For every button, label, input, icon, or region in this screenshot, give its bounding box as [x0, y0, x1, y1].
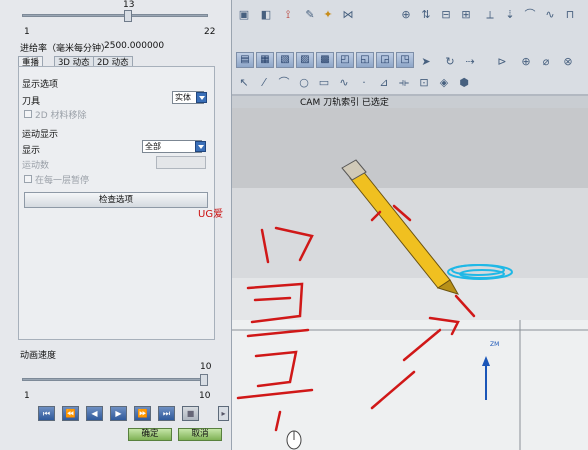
wcs-icon[interactable]: ⟟ [280, 7, 296, 22]
view-icon[interactable]: ◧ [258, 7, 274, 22]
rotate-icon[interactable]: ↻ [442, 54, 458, 69]
shade-icon[interactable]: ◈ [436, 75, 452, 90]
motion-display-heading: 运动显示 [22, 130, 59, 140]
shop-doc-icon[interactable]: ◰ [336, 52, 354, 68]
animation-speed-min: 1 [24, 391, 30, 401]
pause-each-layer-label: 在每一层暂停 [35, 176, 90, 186]
line-icon[interactable]: ⁄ [256, 75, 272, 90]
animation-speed-label: 动画速度 [20, 351, 57, 361]
measure-icon[interactable]: ⟛ [396, 75, 412, 90]
top-slider-max: 22 [204, 27, 216, 37]
layer-icon[interactable]: ✎ [302, 7, 318, 22]
step-forward-icon[interactable]: ⏩ [134, 406, 151, 421]
top-toolbar: ▣ ◧ ⟟ ✎ ✦ ⋈ ⊕ ⇅ ⊟ ⊞ ⟂ ⇣ ⌒ ∿ ⊓ [232, 0, 588, 30]
mill-contour-icon[interactable]: ∿ [542, 7, 558, 22]
animation-speed-current: 10 [200, 362, 212, 372]
display-label: 显示 [22, 146, 41, 156]
method-icon[interactable]: ⟂ [482, 7, 498, 22]
cut-icon[interactable]: ◳ [396, 52, 414, 68]
geometry-icon[interactable]: ⊞ [458, 7, 474, 22]
spline-icon[interactable]: ∿ [336, 75, 352, 90]
ok-button[interactable]: 确定 [128, 428, 172, 441]
stop-icon[interactable]: ■ [182, 406, 199, 421]
mill-icon[interactable]: ⌒ [522, 7, 538, 22]
red-annotation-text: UG爱 [198, 209, 224, 220]
list-path-icon[interactable]: ▨ [296, 52, 314, 68]
motion-count-input[interactable] [156, 156, 206, 169]
drill-icon[interactable]: ⇣ [502, 7, 518, 22]
generate-path-icon[interactable]: ▤ [236, 52, 254, 68]
snap-point-icon[interactable]: ▣ [236, 7, 252, 22]
circle-icon[interactable]: ○ [296, 75, 312, 90]
third-toolbar: ↖ ⁄ ⌒ ○ ▭ ∿ · ⊿ ⟛ ⊡ ◈ ⬢ [232, 72, 588, 94]
animation-speed-thumb[interactable] [200, 374, 208, 386]
mouse-cursor [286, 430, 302, 450]
material-removal-2d-checkbox[interactable] [24, 110, 32, 118]
viewport-title: CAM 刀轨索引 已选定 [300, 98, 389, 108]
display-dropdown[interactable]: 全部 [142, 140, 202, 153]
verify-icon[interactable]: ▧ [276, 52, 294, 68]
edit-object-icon[interactable]: ◲ [376, 52, 394, 68]
top-slider-min: 1 [24, 27, 30, 37]
rectangle-icon[interactable]: ▭ [316, 75, 332, 90]
secondary-toolbar: ▤ ▦ ▧ ▨ ▩ ◰ ◱ ◲ ◳ ➤ ↻ ⇢ ⊳ ⊕ ⌀ ⊗ [232, 30, 588, 72]
replay-icon[interactable]: ▦ [256, 52, 274, 68]
cancel-button[interactable]: 取消 [178, 428, 222, 441]
dash-icon[interactable]: ⇢ [462, 54, 478, 69]
arrow-icon[interactable]: ➤ [418, 54, 434, 69]
tag-icon[interactable]: ⊳ [494, 54, 510, 69]
render-icon[interactable]: ✦ [320, 7, 336, 22]
play-icon[interactable]: ▶ [110, 406, 127, 421]
play-reverse-icon[interactable]: ◀ [86, 406, 103, 421]
feed-rate-label: 进给率（毫米每分钟） [20, 44, 111, 54]
display-dropdown-arrow-icon[interactable] [195, 141, 206, 152]
sketch-icon[interactable]: ↖ [236, 75, 252, 90]
layers-icon[interactable]: ⊡ [416, 75, 432, 90]
lathe-icon[interactable]: ⊓ [562, 7, 578, 22]
display-options-heading: 显示选项 [22, 80, 59, 90]
top-slider-thumb[interactable] [124, 10, 133, 22]
motion-count-label: 运动数 [22, 161, 50, 171]
point-icon[interactable]: · [356, 75, 372, 90]
step-back-icon[interactable]: ⏪ [62, 406, 79, 421]
skip-to-start-icon[interactable]: ⏮ [38, 406, 55, 421]
cut-tool-icon[interactable]: ⌀ [538, 54, 554, 69]
svg-text:ZM: ZM [490, 341, 499, 348]
program-icon[interactable]: ⊟ [438, 7, 454, 22]
tool-path-visualization-dialog: 13 1 22 进给率（毫米每分钟） 2500.000000 重播 3D 动态 … [0, 0, 232, 450]
feed-rate-value: 2500.000000 [104, 41, 165, 51]
plane-icon[interactable]: ⊿ [376, 75, 392, 90]
check-options-button[interactable]: 检查选项 [24, 192, 208, 208]
animation-speed-track[interactable] [22, 378, 208, 381]
curve-icon[interactable]: ⌒ [276, 75, 292, 90]
top-slider-track[interactable] [22, 14, 208, 17]
tool-dropdown-arrow-icon[interactable] [196, 92, 207, 103]
filter-icon[interactable]: ⋈ [340, 7, 356, 22]
animation-speed-max: 10 [199, 391, 211, 401]
material-removal-2d-label: 2D 材料移除 [35, 111, 87, 121]
sort-icon[interactable]: ⇅ [418, 7, 434, 22]
dialog-scroll-icon[interactable]: ▸ [218, 406, 229, 421]
pause-each-layer-checkbox[interactable] [24, 175, 32, 183]
tool-label: 刀具 [22, 97, 41, 107]
top-slider-value: 13 [123, 0, 135, 10]
postprocess-icon[interactable]: ▩ [316, 52, 334, 68]
highlight-icon[interactable]: ⊗ [560, 54, 576, 69]
model-cube-icon[interactable]: ⬢ [456, 75, 472, 90]
operation-icon[interactable]: ⊕ [398, 7, 414, 22]
target-icon[interactable]: ⊕ [518, 54, 534, 69]
skip-to-end-icon[interactable]: ⏭ [158, 406, 175, 421]
output-cls-icon[interactable]: ◱ [356, 52, 374, 68]
